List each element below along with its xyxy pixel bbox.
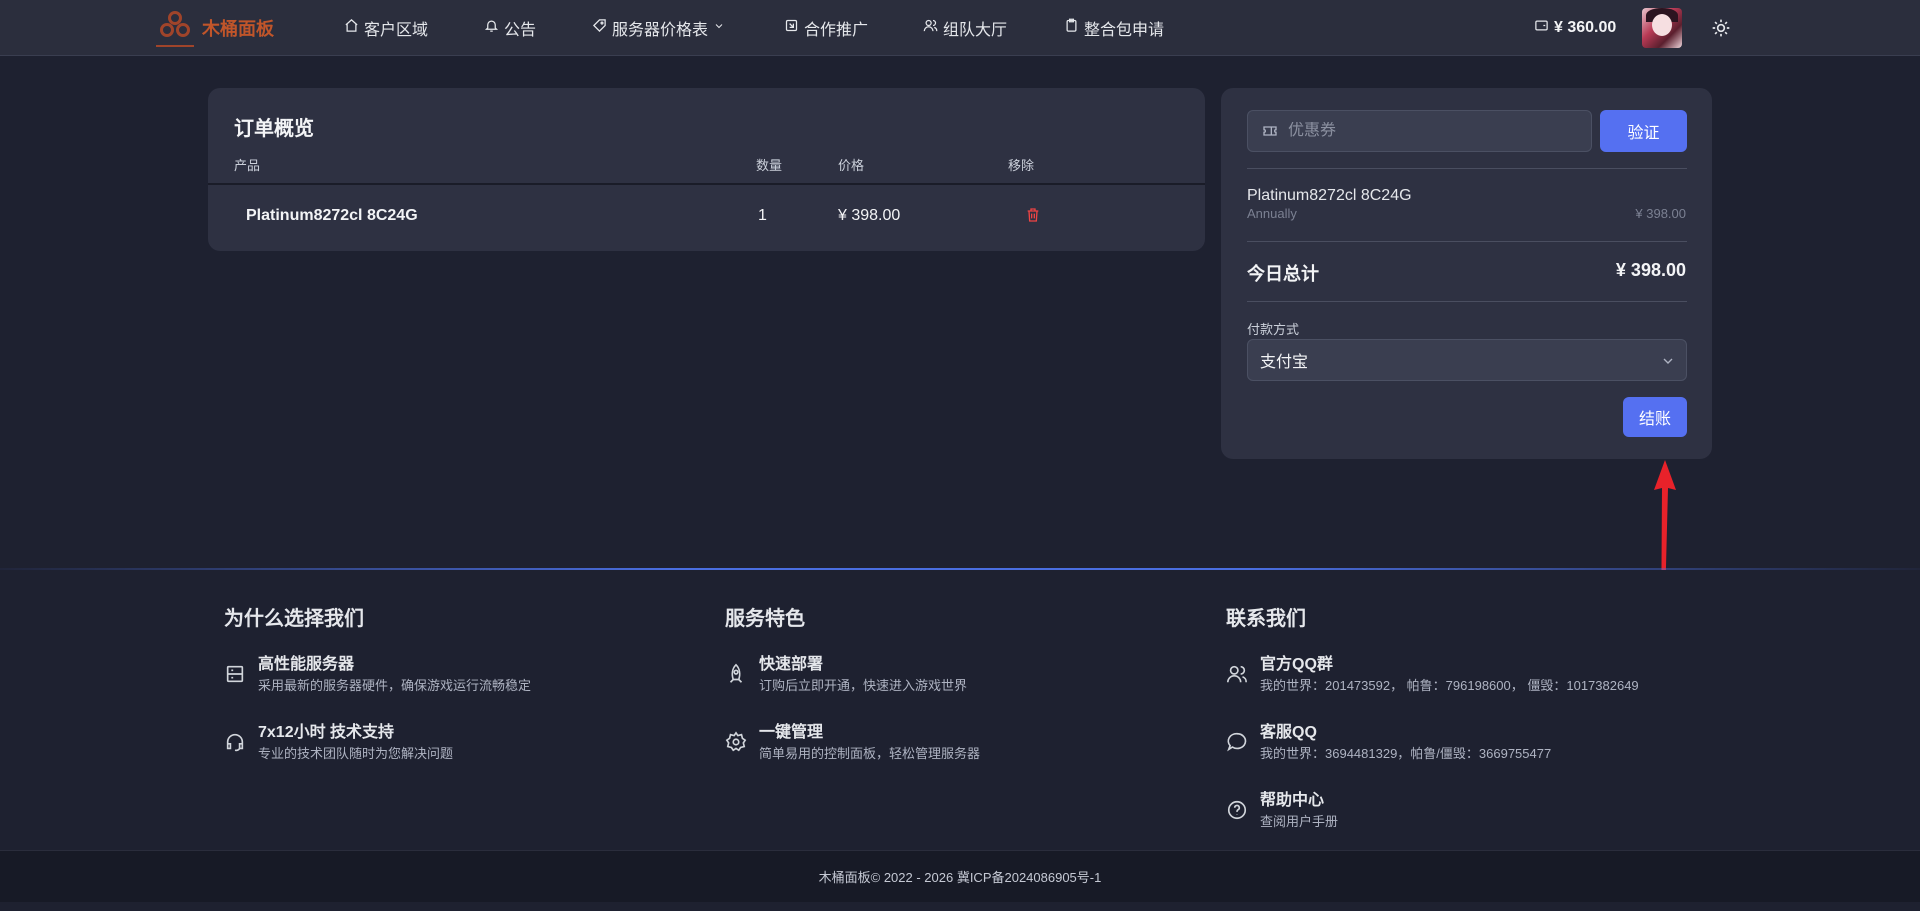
group-icon: [1226, 663, 1248, 685]
total-label: 今日总计: [1247, 264, 1319, 284]
help-icon: [1226, 799, 1248, 821]
nav-item-label: 组队大厅: [943, 22, 1008, 39]
gear-icon: [725, 731, 747, 753]
footer-item: 高性能服务器 采用最新的服务器硬件，确保游戏运行流畅稳定: [224, 655, 531, 695]
payment-method-select[interactable]: 支付宝: [1247, 339, 1687, 381]
coupon-input[interactable]: [1288, 122, 1568, 140]
rocket-icon: [725, 663, 747, 685]
footer-item: 客服QQ 我的世界：3694481329，帕鲁/僵毁：3669755477: [1226, 723, 1551, 763]
verify-coupon-button[interactable]: 验证: [1600, 110, 1687, 152]
footer-item-title: 快速部署: [759, 656, 824, 673]
brand-logo: [156, 9, 194, 47]
footer-item-title: 客服QQ: [1260, 724, 1317, 741]
row-product-name: Platinum8272cl 8C24G: [246, 207, 418, 224]
bell-icon: [484, 18, 499, 38]
footer-item-desc: 查阅用户手册: [1260, 814, 1339, 829]
nav-item-server-pricing[interactable]: 服务器价格表: [592, 17, 725, 39]
wallet-icon: [1534, 18, 1549, 38]
footer-item-desc: 订购后立即开通，快速进入游戏世界: [759, 678, 968, 693]
order-title: 订单概览: [234, 118, 314, 140]
top-navbar: 木桶面板 客户区域 公告 服务器价格表 合作推广 组队大厅 整合包申请 ¥ 36…: [0, 0, 1920, 56]
footer-item-desc: 采用最新的服务器硬件，确保游戏运行流畅稳定: [258, 678, 532, 693]
footer-item-title: 7x12小时 技术支持: [258, 724, 395, 741]
column-header-remove: 移除: [1008, 158, 1035, 173]
payment-method-label: 付款方式: [1247, 322, 1300, 337]
nav-item-label: 合作推广: [804, 22, 869, 39]
table-divider: [208, 183, 1205, 185]
nav-item-team-lobby[interactable]: 组队大厅: [923, 17, 1007, 39]
footer-item-desc: 我的世界：201473592， 帕鲁：796198600， 僵毁：1017382…: [1260, 678, 1639, 693]
headset-icon: [224, 731, 246, 753]
column-header-price: 价格: [838, 158, 865, 173]
footer-item: 一键管理 简单易用的控制面板，轻松管理服务器: [725, 723, 980, 763]
brand-name: 木桶面板: [202, 19, 274, 39]
account-balance[interactable]: ¥ 360.00: [1534, 17, 1616, 39]
column-header-product: 产品: [234, 158, 261, 173]
row-price: ¥ 398.00: [838, 207, 901, 224]
nav-item-label: 客户区域: [364, 22, 429, 39]
divider: [1247, 301, 1687, 302]
checkout-button[interactable]: 结账: [1623, 397, 1687, 437]
divider: [1247, 168, 1687, 169]
footer-col-title-why-us: 为什么选择我们: [224, 608, 364, 630]
copyright-bar: 木桶面板© 2022 - 2026 冀ICP备2024086905号-1: [0, 850, 1920, 902]
tag-icon: [592, 18, 607, 38]
share-icon: [784, 18, 799, 38]
chat-icon: [1226, 731, 1248, 753]
checkout-summary-card: 验证 Platinum8272cl 8C24G Annually ¥ 398.0…: [1221, 88, 1712, 459]
nav-item-label: 公告: [504, 22, 537, 39]
avatar[interactable]: [1642, 8, 1682, 48]
chevron-down-icon: [1660, 353, 1676, 369]
footer-item-title: 一键管理: [759, 724, 824, 741]
footer-item-help-center[interactable]: 帮助中心 查阅用户手册: [1226, 791, 1338, 831]
divider: [1247, 241, 1687, 242]
home-icon: [344, 18, 359, 38]
server-icon: [224, 663, 246, 685]
summary-billing-cycle: Annually: [1247, 206, 1297, 221]
footer-item-desc: 专业的技术团队随时为您解决问题: [258, 746, 454, 761]
nav-item-label: 整合包申请: [1084, 22, 1165, 39]
footer-item-title: 帮助中心: [1260, 792, 1325, 809]
row-quantity: 1: [758, 207, 767, 224]
order-overview-card: 订单概览 产品 数量 价格 移除 Platinum8272cl 8C24G 1 …: [208, 88, 1205, 251]
balance-value: ¥ 360.00: [1554, 19, 1617, 36]
nav-item-announcements[interactable]: 公告: [484, 17, 536, 39]
summary-item-price: ¥ 398.00: [1635, 206, 1686, 221]
footer-item: 官方QQ群 我的世界：201473592， 帕鲁：796198600， 僵毁：1…: [1226, 655, 1639, 695]
brand[interactable]: 木桶面板: [156, 8, 274, 48]
users-icon: [923, 18, 938, 38]
ticket-icon: [1262, 123, 1278, 139]
nav-item-affiliate[interactable]: 合作推广: [784, 17, 868, 39]
copyright-text: 木桶面板© 2022 - 2026 冀ICP备2024086905号-1: [818, 870, 1102, 885]
footer-item-desc: 我的世界：3694481329，帕鲁/僵毁：3669755477: [1260, 746, 1552, 761]
total-value: ¥ 398.00: [1615, 260, 1686, 280]
footer-item: 7x12小时 技术支持 专业的技术团队随时为您解决问题: [224, 723, 453, 763]
chevron-down-icon: [713, 19, 725, 37]
footer-col-title-contact: 联系我们: [1226, 608, 1306, 630]
footer-item-desc: 简单易用的控制面板，轻松管理服务器: [759, 746, 981, 761]
nav-item-client-area[interactable]: 客户区域: [344, 17, 428, 39]
remove-item-trash-icon[interactable]: [1025, 207, 1041, 223]
footer-item: 快速部署 订购后立即开通，快速进入游戏世界: [725, 655, 967, 695]
summary-item-name: Platinum8272cl 8C24G: [1247, 187, 1412, 204]
coupon-field[interactable]: [1247, 110, 1592, 152]
clipboard-icon: [1064, 18, 1079, 38]
footer-col-title-features: 服务特色: [725, 608, 805, 630]
column-header-qty: 数量: [756, 158, 783, 173]
footer-item-title: 官方QQ群: [1260, 656, 1333, 673]
payment-method-value: 支付宝: [1260, 354, 1309, 371]
footer-item-title: 高性能服务器: [258, 656, 355, 673]
theme-toggle-sun-icon[interactable]: [1711, 18, 1731, 38]
nav-item-label: 服务器价格表: [612, 22, 709, 39]
nav-item-modpack-apply[interactable]: 整合包申请: [1064, 17, 1164, 39]
